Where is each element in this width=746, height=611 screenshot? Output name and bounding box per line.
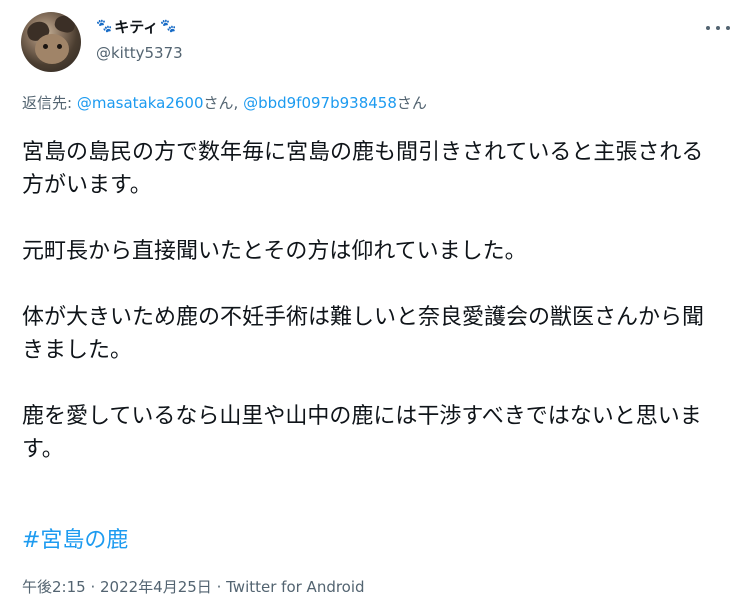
hashtag-link[interactable]: #宮島の鹿 bbox=[22, 522, 128, 554]
reply-suffix: さん bbox=[396, 94, 427, 112]
tweet-paragraph: 元町長から直接聞いたとその方は仰れていました。 bbox=[22, 239, 527, 264]
tweet-text: 宮島の島民の方で数年毎に宮島の鹿も間引きされていると主張される方がいます。 元町… bbox=[22, 136, 722, 466]
meta-separator: · bbox=[211, 578, 227, 596]
tweet-paragraph: 宮島の島民の方で数年毎に宮島の鹿も間引きされていると主張される方がいます。 bbox=[22, 140, 704, 198]
meta-separator: · bbox=[85, 578, 100, 596]
display-name-text: キティ bbox=[114, 18, 159, 36]
dot bbox=[716, 26, 720, 30]
avatar-eye bbox=[43, 44, 48, 49]
reply-prefix: 返信先: bbox=[22, 94, 77, 112]
more-icon[interactable] bbox=[706, 18, 730, 38]
tweet-paragraph: 体が大きいため鹿の不妊手術は難しいと奈良愛護会の獣医さんから聞きました。 bbox=[22, 305, 705, 363]
reply-context: 返信先: @masataka2600さん, @bbd9f097b938458さん bbox=[22, 92, 427, 113]
tweet-meta: 午後2:15 · 2022年4月25日 · Twitter for Androi… bbox=[22, 576, 365, 597]
tweet-source: Twitter for Android bbox=[226, 578, 365, 596]
avatar-ear bbox=[53, 13, 77, 35]
author-handle[interactable]: @kitty5373 bbox=[96, 44, 183, 62]
tweet-date[interactable]: 2022年4月25日 bbox=[100, 578, 212, 596]
paw-icon: 🐾 bbox=[96, 19, 113, 34]
reply-user-link[interactable]: @bbd9f097b938458 bbox=[243, 94, 397, 112]
author-avatar[interactable] bbox=[21, 12, 81, 72]
paw-icon: 🐾 bbox=[160, 19, 177, 34]
tweet-time[interactable]: 午後2:15 bbox=[22, 578, 86, 596]
author-display-name[interactable]: 🐾 キティ 🐾 bbox=[96, 16, 176, 37]
reply-user-link[interactable]: @masataka2600 bbox=[77, 94, 204, 112]
dot bbox=[706, 26, 710, 30]
avatar-face bbox=[35, 34, 69, 64]
dot bbox=[726, 26, 730, 30]
tweet-paragraph: 鹿を愛しているなら山里や山中の鹿には干渉すべきではないと思います。 bbox=[22, 404, 702, 462]
reply-suffix: さん, bbox=[203, 94, 244, 112]
avatar-eye bbox=[57, 44, 62, 49]
